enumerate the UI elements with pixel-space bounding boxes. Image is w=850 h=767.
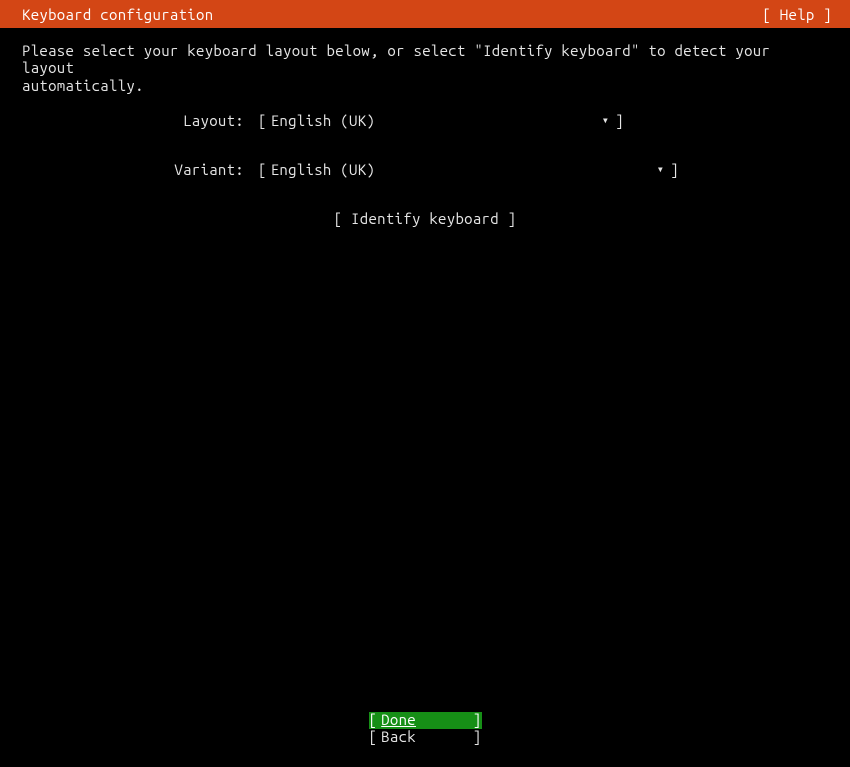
back-button[interactable]: [ Back ] (369, 729, 482, 746)
bracket-close: ] (615, 112, 624, 129)
chevron-down-icon: ▾ (602, 113, 610, 127)
bracket-open: [ (369, 712, 378, 729)
layout-label: Layout: (22, 112, 258, 129)
header-title: Keyboard configuration (22, 6, 213, 23)
bracket-close: ] (473, 729, 482, 746)
done-button-label: Done (377, 712, 473, 729)
identify-keyboard-button[interactable]: [ Identify keyboard ] (334, 210, 517, 227)
bracket-close: ] (670, 161, 679, 178)
bracket-open: [ (258, 112, 267, 129)
bracket-close: ] (473, 712, 482, 729)
identify-row: [ Identify keyboard ] (22, 210, 828, 227)
variant-label: Variant: (22, 161, 258, 178)
chevron-down-icon: ▾ (657, 162, 665, 176)
variant-value: English (UK) (267, 161, 657, 178)
header-bar: Keyboard configuration [ Help ] (0, 0, 850, 28)
bracket-open: [ (369, 729, 378, 746)
layout-value: English (UK) (267, 112, 602, 129)
variant-field-row: Variant: [ English (UK) ▾ ] (22, 161, 828, 178)
done-button[interactable]: [ Done ] (369, 712, 482, 729)
content-area: Please select your keyboard layout below… (0, 28, 850, 227)
bracket-open: [ (258, 161, 267, 178)
layout-dropdown[interactable]: [ English (UK) ▾ ] (258, 112, 624, 129)
instruction-text: Please select your keyboard layout below… (22, 42, 828, 94)
layout-field-row: Layout: [ English (UK) ▾ ] (22, 112, 828, 129)
help-button[interactable]: [ Help ] (762, 6, 832, 23)
back-button-label: Back (377, 729, 473, 746)
footer-buttons: [ Done ] [ Back ] (0, 712, 850, 745)
variant-dropdown[interactable]: [ English (UK) ▾ ] (258, 161, 679, 178)
